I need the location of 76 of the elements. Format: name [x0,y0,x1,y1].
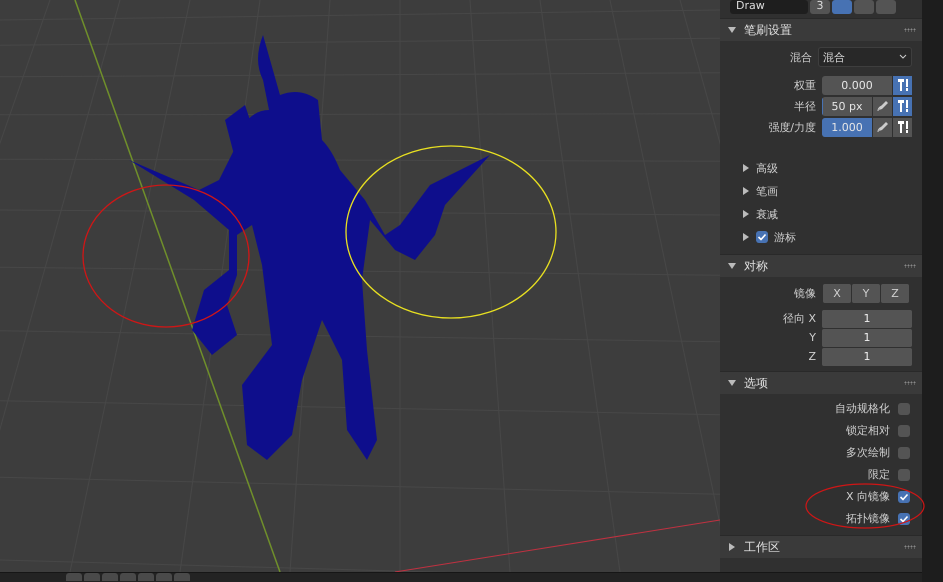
option-label: 自动规格化 [835,401,890,416]
value-slider[interactable]: 1.000 [822,118,872,136]
collapsed-arrow-icon[interactable] [728,543,736,551]
subpanel-title: 衰减 [756,206,778,222]
value-slider[interactable]: 50 px [822,96,872,116]
drag-handle-icon[interactable] [904,381,916,385]
collapsed-arrow-icon[interactable] [742,187,750,195]
pen-pressure-icon [876,121,888,133]
expanded-arrow-icon[interactable] [728,379,736,387]
prev-keyframe-button[interactable] [102,573,118,581]
checkbox[interactable] [898,490,910,502]
brush-name-field[interactable]: Draw [730,0,808,14]
collapsed-arrow-icon[interactable] [742,164,750,172]
blend-dropdown[interactable]: 混合 [818,47,912,67]
checkbox[interactable] [756,231,768,243]
subpanel-title: 游标 [774,230,796,244]
field-label: 权重 [793,78,817,92]
collapsed-arrow-icon[interactable] [742,210,750,218]
fake-user-button[interactable] [832,0,852,14]
field-label: 混合 [788,50,813,64]
brush-icon [896,99,908,113]
panel-title: 对称 [744,258,768,274]
option-label: 多次绘制 [846,445,890,460]
value-slider[interactable]: 0.000 [822,76,892,94]
record-button[interactable] [66,573,82,581]
checkbox[interactable] [898,512,910,524]
option-label: 拓扑镜像 [846,511,890,526]
pen-pressure-icon [876,100,888,112]
number-field[interactable]: 1 [822,348,912,366]
panel-header[interactable]: 选项 [720,371,922,394]
chevron-icon [899,54,907,60]
collapsed-arrow-icon[interactable] [742,233,750,241]
checkbox[interactable] [898,402,910,414]
number-field[interactable]: 1 [822,310,912,328]
play-reverse-button[interactable] [120,573,136,581]
jump-start-button[interactable] [84,573,100,581]
play-button[interactable] [138,573,154,581]
field-label: Y [808,330,817,344]
checkbox[interactable] [898,468,910,480]
axis-toggle[interactable]: X [823,284,851,302]
option-label: 锁定相对 [846,423,890,438]
brush-icon [896,120,908,134]
drag-handle-icon[interactable] [904,28,916,32]
panel-header[interactable]: 对称 [720,254,922,277]
unified-toggle[interactable] [893,118,912,136]
unified-toggle[interactable] [893,76,912,94]
option-label: X 向镜像 [846,489,890,504]
next-keyframe-button[interactable] [156,573,172,581]
field-label: 半径 [793,98,817,114]
axis-toggle[interactable]: Y [852,284,880,302]
panel-title: 选项 [744,374,768,392]
drag-handle-icon[interactable] [904,264,916,268]
subpanel-title: 笔画 [756,184,778,198]
brush-icon [896,78,908,92]
field-label: Z [807,350,817,362]
checkbox[interactable] [898,446,910,458]
field-label: 强度/力度 [767,120,817,134]
pressure-toggle[interactable] [873,96,892,116]
field-label: 径向 X [782,310,817,326]
checkbox[interactable] [898,424,910,436]
panel-title: 笔刷设置 [744,22,792,38]
axis-toggle[interactable]: Z [881,284,909,302]
option-label: 限定 [868,467,890,482]
subpanel-title: 高级 [756,160,778,176]
panel-title: 工作区 [744,538,780,556]
expanded-arrow-icon[interactable] [728,26,736,34]
number-field[interactable]: 1 [822,328,912,346]
panel-header[interactable]: 工作区 [720,535,922,558]
pressure-toggle[interactable] [873,118,892,136]
drag-handle-icon[interactable] [904,545,916,549]
field-label: 镜像 [793,286,817,300]
unified-toggle[interactable] [893,96,912,116]
user-count-button[interactable]: 3 [810,0,830,14]
jump-end-button[interactable] [174,573,190,581]
expanded-arrow-icon[interactable] [728,262,736,270]
panel-header[interactable]: 笔刷设置 [720,18,922,41]
